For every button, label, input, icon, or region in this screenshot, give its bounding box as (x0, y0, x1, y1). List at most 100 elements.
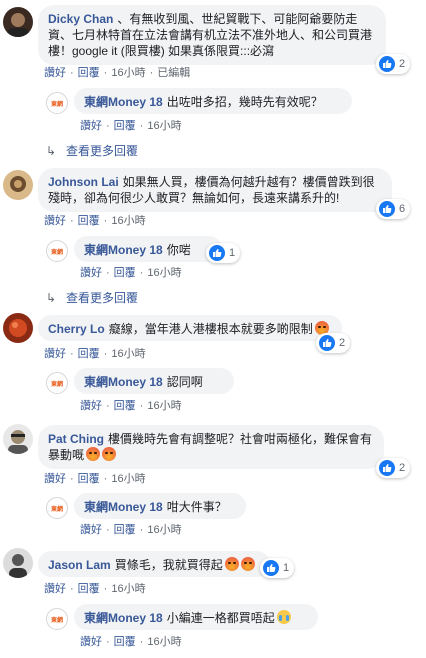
reply-button[interactable]: 回覆 (78, 64, 100, 80)
comment-author[interactable]: Dicky Chan (48, 12, 113, 26)
like-thumb-icon (379, 460, 395, 476)
comment-author[interactable]: Jason Lam (48, 558, 111, 572)
like-button[interactable]: 讚好 (80, 521, 102, 537)
edited-label[interactable]: 已編輯 (157, 64, 190, 80)
reply-author[interactable]: 東網Money 18 (84, 500, 163, 514)
reply-text: 出咗咁多招，幾時先有效呢？ (166, 95, 323, 109)
reply-button[interactable]: 回覆 (114, 117, 136, 133)
view-more-replies-label: 查看更多回覆 (66, 291, 139, 305)
timestamp[interactable]: 16小時 (147, 264, 181, 280)
comment-actions: 讚好 · 回覆 · 16小時 (44, 470, 146, 486)
separator: · (103, 215, 108, 227)
avatar[interactable] (3, 548, 33, 578)
reply-button[interactable]: 回覆 (78, 345, 100, 361)
separator: · (103, 583, 108, 595)
like-thumb-icon (379, 56, 395, 72)
view-more-replies-label: 查看更多回覆 (66, 144, 139, 158)
comment-bubble: Jason Lam 買條毛，我就買得起 (38, 551, 270, 577)
reply-text: 你啱 (166, 243, 191, 257)
angry-emoji-icon (102, 447, 117, 461)
reaction-count[interactable]: 6 (376, 199, 411, 219)
reply-arrow-icon: ↳ (46, 291, 57, 305)
reaction-count[interactable]: 2 (316, 333, 351, 353)
reply-button[interactable]: 回覆 (114, 633, 136, 649)
comment-bubble: Pat Ching 樓價幾時先會有調整呢？社會咁兩極化，難保會有暴動嘅 (38, 425, 384, 469)
reply-arrow-icon: ↳ (46, 144, 57, 158)
separator: · (106, 636, 110, 648)
like-button[interactable]: 讚好 (44, 212, 66, 228)
like-button[interactable]: 讚好 (80, 117, 102, 133)
reaction-count[interactable]: 2 (376, 458, 411, 478)
like-button[interactable]: 讚好 (80, 633, 102, 649)
comment-author[interactable]: Pat Ching (48, 432, 104, 446)
like-button[interactable]: 讚好 (44, 345, 66, 361)
timestamp[interactable]: 16小時 (147, 521, 181, 537)
reaction-count[interactable]: 1 (206, 243, 241, 263)
page-avatar[interactable]: 東網 (46, 240, 68, 262)
separator: · (70, 348, 74, 360)
avatar[interactable] (3, 424, 33, 454)
reply-author[interactable]: 東網Money 18 (84, 95, 163, 109)
view-more-replies-link[interactable]: ↳ 查看更多回覆 (46, 142, 138, 159)
comment-bubble: Johnson Lai 如果無人買，樓價為何越升越有？樓價曾跌到很殘時，卻為何很少… (38, 168, 392, 212)
separator: · (70, 473, 74, 485)
separator: · (139, 524, 144, 536)
reply-author[interactable]: 東網Money 18 (84, 375, 163, 389)
timestamp[interactable]: 16小時 (111, 470, 145, 486)
reply-bubble: 東網Money 18 咁大件事？ (74, 493, 246, 519)
separator: · (70, 67, 74, 79)
reply-button[interactable]: 回覆 (78, 212, 100, 228)
reply-button[interactable]: 回覆 (78, 580, 100, 596)
reply-button[interactable]: 回覆 (114, 521, 136, 537)
like-button[interactable]: 讚好 (80, 264, 102, 280)
comment-bubble: Cherry Lo 癡線，當年港人港樓根本就要多啲限制 (38, 315, 342, 341)
reply-bubble: 東網Money 18 認同啊 (74, 368, 234, 394)
timestamp[interactable]: 16小時 (111, 64, 145, 80)
like-button[interactable]: 讚好 (44, 470, 66, 486)
page-avatar[interactable]: 東網 (46, 608, 68, 630)
page-avatar[interactable]: 東網 (46, 92, 68, 114)
timestamp[interactable]: 16小時 (111, 580, 145, 596)
reaction-number: 2 (399, 462, 406, 474)
reply-actions: 讚好 · 回覆 · 16小時 (80, 633, 182, 649)
timestamp[interactable]: 16小時 (111, 345, 145, 361)
reaction-count[interactable]: 1 (260, 558, 295, 578)
reply-bubble: 東網Money 18 你啱 (74, 236, 222, 262)
reaction-count[interactable]: 2 (376, 54, 411, 74)
comment-author[interactable]: Cherry Lo (48, 322, 105, 336)
like-button[interactable]: 讚好 (44, 64, 66, 80)
reply-actions: 讚好 · 回覆 · 16小時 (80, 117, 182, 133)
reply-button[interactable]: 回覆 (78, 470, 100, 486)
timestamp[interactable]: 16小時 (147, 117, 181, 133)
comment-text: 買條毛，我就買得起 (114, 558, 223, 572)
avatar[interactable] (3, 313, 33, 343)
comment-author[interactable]: Johnson Lai (48, 175, 119, 189)
avatar[interactable] (3, 170, 33, 200)
reply-actions: 讚好 · 回覆 · 16小時 (80, 521, 182, 537)
reply-actions: 讚好 · 回覆 · 16小時 (80, 264, 182, 280)
timestamp[interactable]: 16小時 (147, 397, 181, 413)
reaction-number: 2 (399, 58, 406, 70)
reply-button[interactable]: 回覆 (114, 397, 136, 413)
page-avatar[interactable]: 東網 (46, 497, 68, 519)
comment-actions: 讚好 · 回覆 · 16小時 (44, 345, 146, 361)
reply-bubble: 東網Money 18 出咗咁多招，幾時先有效呢？ (74, 88, 352, 114)
avatar[interactable] (3, 7, 33, 37)
separator: · (149, 67, 154, 79)
view-more-replies-link[interactable]: ↳ 查看更多回覆 (46, 289, 138, 306)
reply-author[interactable]: 東網Money 18 (84, 611, 163, 625)
like-thumb-icon (319, 335, 335, 351)
separator: · (139, 400, 144, 412)
reply-text: 認同啊 (166, 375, 203, 389)
timestamp[interactable]: 16小時 (147, 633, 181, 649)
reply-author[interactable]: 東網Money 18 (84, 243, 163, 257)
like-button[interactable]: 讚好 (80, 397, 102, 413)
separator: · (139, 120, 144, 132)
like-thumb-icon (379, 201, 395, 217)
timestamp[interactable]: 16小時 (111, 212, 145, 228)
page-avatar[interactable]: 東網 (46, 372, 68, 394)
angry-emoji-icon (86, 447, 101, 461)
like-button[interactable]: 讚好 (44, 580, 66, 596)
reply-button[interactable]: 回覆 (114, 264, 136, 280)
separator: · (70, 583, 74, 595)
